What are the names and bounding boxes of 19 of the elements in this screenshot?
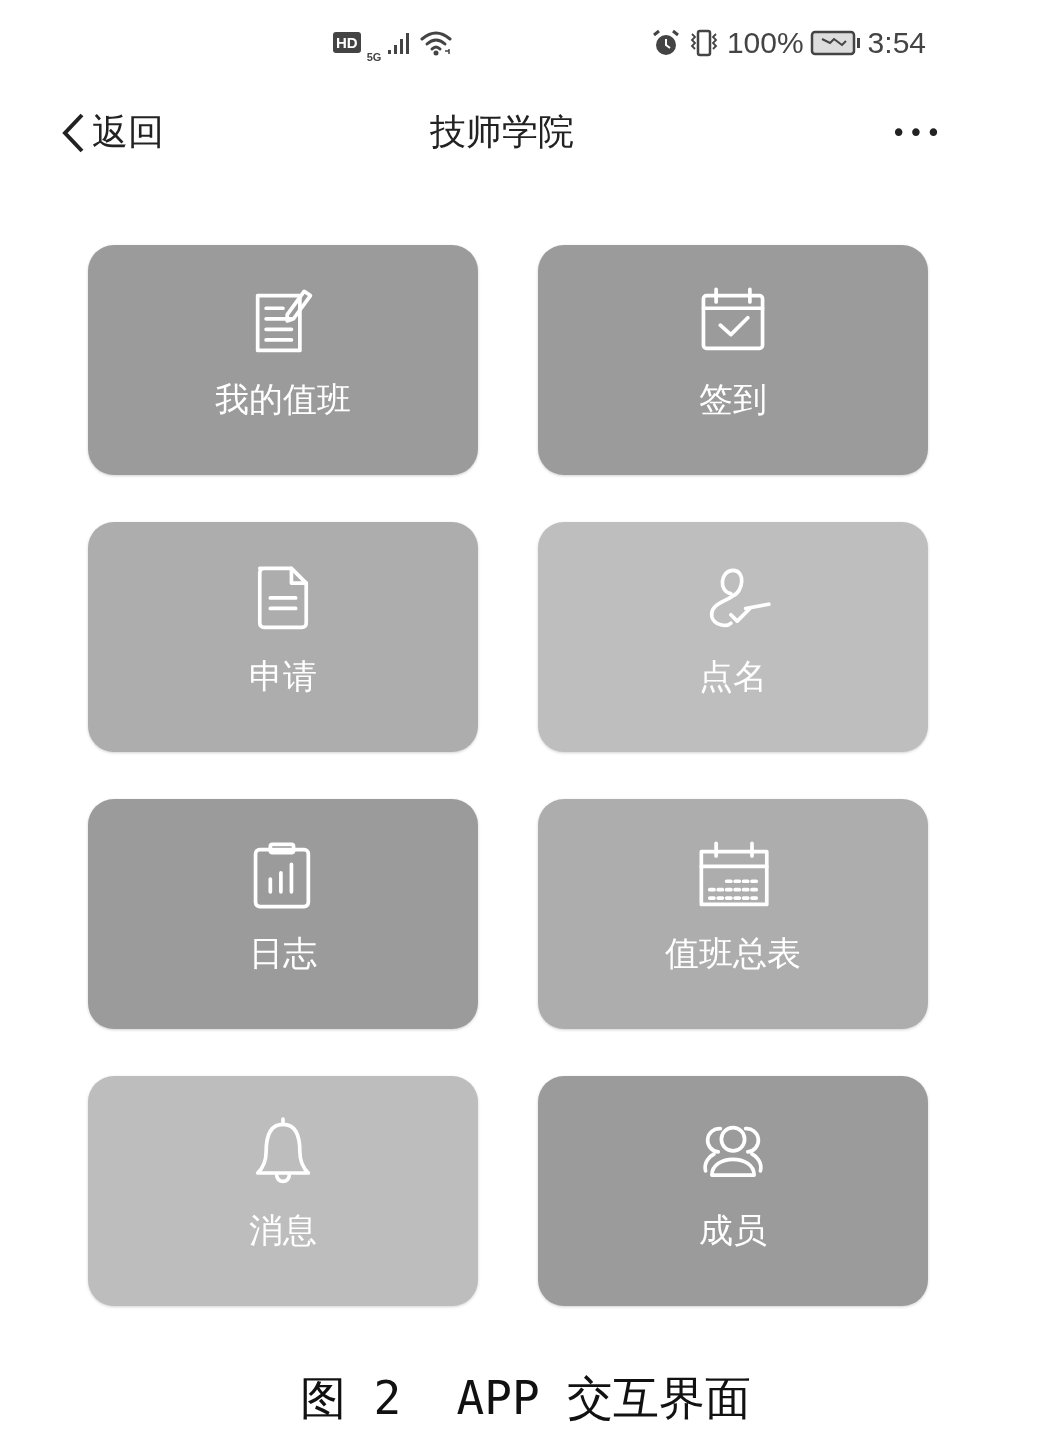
menu-tile[interactable]: 申请 — [88, 522, 478, 752]
figure-caption: 图 2 APP 交互界面 — [299, 1371, 752, 1425]
network-label: 5G — [366, 50, 382, 63]
clock-time: 3:54 — [867, 25, 926, 60]
more-button[interactable]: ••• — [891, 117, 943, 148]
menu-tile[interactable]: 值班总表 — [538, 799, 928, 1029]
menu-tile[interactable]: 点名 — [538, 522, 928, 752]
menu-tile[interactable]: 日志 — [88, 799, 478, 1029]
menu-tile[interactable]: 消息 — [88, 1076, 478, 1306]
page-title: 技师学院 — [429, 110, 576, 154]
battery-percent: 100% — [726, 25, 804, 60]
back-button[interactable]: 返回 — [60, 108, 164, 157]
menu-tile[interactable]: 成员 — [538, 1076, 928, 1306]
battery-icon — [809, 29, 862, 56]
alarm-icon — [650, 27, 681, 58]
hd-badge: HD — [333, 32, 361, 53]
menu-tile[interactable]: 我的值班 — [88, 245, 478, 475]
back-chevron-icon — [60, 111, 86, 154]
menu-tile[interactable]: 签到 — [538, 245, 928, 475]
